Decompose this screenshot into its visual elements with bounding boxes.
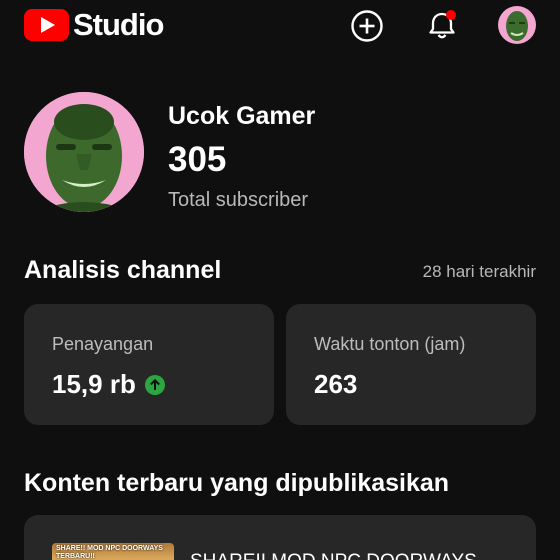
video-thumbnail[interactable]: SHARE!! MOD NPC DOORWAYS TERBARU!! (52, 543, 174, 560)
analytics-period: 28 hari terakhir (422, 262, 536, 281)
youtube-play-icon (24, 9, 69, 41)
analytics-section-title: Analisis channel (24, 256, 222, 284)
trend-up-icon (144, 374, 165, 395)
views-label: Penayangan (52, 334, 154, 354)
channel-avatar-image (24, 92, 144, 212)
notification-dot (446, 10, 456, 20)
notifications-icon (429, 10, 456, 39)
channel-avatar[interactable] (24, 92, 144, 212)
watch-time-value: 263 (314, 369, 358, 399)
channel-name: Ucok Gamer (168, 102, 316, 130)
top-app-bar: Studio (0, 0, 560, 52)
create-icon (351, 10, 383, 42)
studio-logo[interactable]: Studio (24, 7, 164, 43)
watch-time-value-row: 263 (314, 369, 357, 400)
subscriber-count: 305 (168, 140, 227, 179)
views-value: 15,9 rb (52, 369, 136, 399)
recent-content-title: Konten terbaru yang dipublikasikan (24, 469, 450, 497)
video-title: SHAREII MOD NPC DOORWAYS (190, 551, 477, 560)
logo-text: Studio (73, 7, 164, 42)
recent-video-card[interactable]: SHARE!! MOD NPC DOORWAYS TERBARU!! SHARE… (24, 515, 536, 560)
account-avatar[interactable] (498, 6, 536, 44)
channel-summary: Ucok Gamer 305 Total subscriber (24, 92, 536, 212)
avatar-face-icon (506, 11, 528, 41)
create-button[interactable] (349, 8, 385, 44)
views-card[interactable]: Penayangan 15,9 rb (24, 304, 274, 425)
subscriber-label: Total subscriber (168, 189, 309, 211)
views-value-row: 15,9 rb (52, 369, 165, 400)
watch-time-card[interactable]: Waktu tonton (jam) 263 (286, 304, 536, 425)
watch-time-label: Waktu tonton (jam) (314, 334, 466, 354)
notifications-button[interactable] (424, 8, 460, 44)
thumbnail-text: SHARE!! MOD NPC DOORWAYS TERBARU!! (56, 545, 163, 560)
